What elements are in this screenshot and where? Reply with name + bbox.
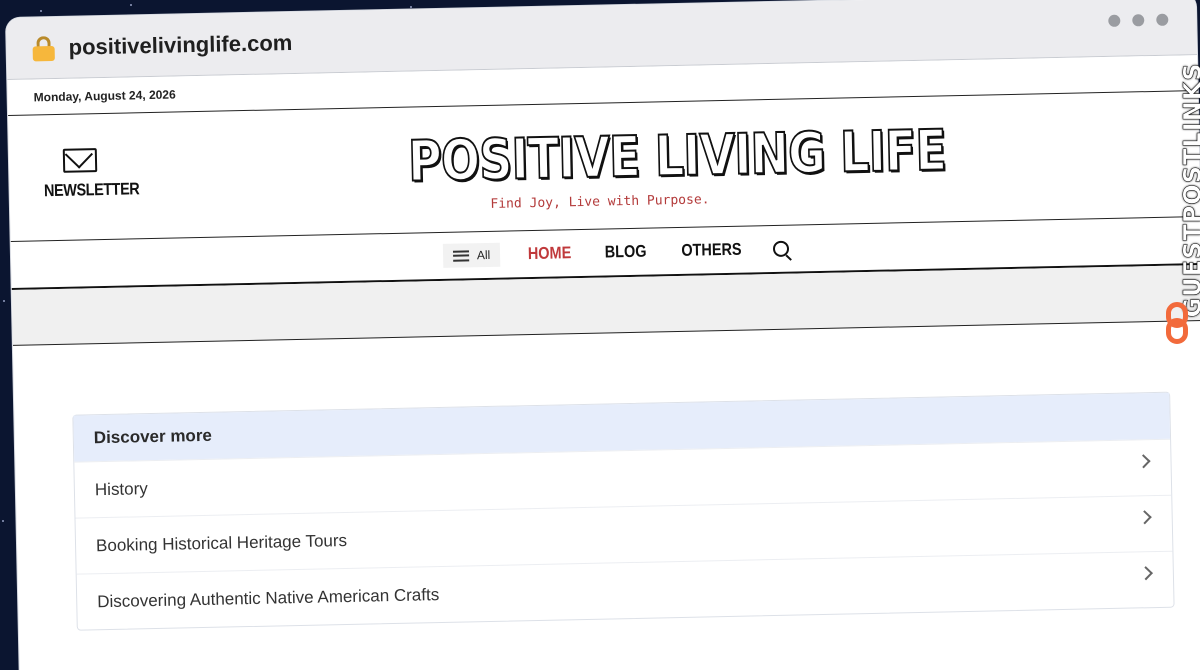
hamburger-icon <box>452 249 470 262</box>
window-dot-icon[interactable] <box>1132 14 1145 27</box>
search-icon[interactable] <box>772 240 790 257</box>
newsletter-label: NEWSLETTER <box>43 179 140 201</box>
site-title: POSITIVE LIVING LIFE <box>407 117 948 195</box>
browser-window: positivelivinglife.com Monday, August 24… <box>6 0 1200 670</box>
all-menu-label: All <box>476 247 491 263</box>
current-date: Monday, August 24, 2026 <box>33 86 176 104</box>
nav-others[interactable]: OTHERS <box>681 240 742 261</box>
newsletter-button[interactable]: NEWSLETTER <box>35 148 140 202</box>
site-header: NEWSLETTER POSITIVE LIVING LIFE Find Joy… <box>8 91 1200 242</box>
discover-item-label: Booking Historical Heritage Tours <box>95 530 348 555</box>
discover-item-label: Discovering Authentic Native American Cr… <box>97 584 440 611</box>
chevron-right-icon <box>1138 565 1153 580</box>
window-dot-icon[interactable] <box>1108 14 1121 27</box>
window-controls <box>1108 13 1169 27</box>
all-menu-button[interactable]: All <box>442 242 501 268</box>
nav-blog[interactable]: BLOG <box>605 242 647 263</box>
watermark-text: GUESTPOSTLINKS <box>1178 62 1200 318</box>
address-bar-url[interactable]: positivelivinglife.com <box>68 30 292 61</box>
window-dot-icon[interactable] <box>1156 13 1169 26</box>
guestpostlinks-watermark: GUESTPOSTLINKS <box>1158 56 1200 356</box>
nav-home[interactable]: HOME <box>528 243 572 264</box>
link-icon <box>1164 302 1190 348</box>
discover-more-panel: Discover more History Booking Historical… <box>72 391 1175 631</box>
web-page: Monday, August 24, 2026 NEWSLETTER POSIT… <box>7 55 1200 346</box>
discover-item-label: History <box>94 478 148 499</box>
lock-icon <box>32 35 55 61</box>
mail-icon <box>62 148 98 173</box>
chevron-right-icon <box>1137 509 1152 524</box>
chevron-right-icon <box>1136 453 1151 468</box>
site-logo[interactable]: POSITIVE LIVING LIFE Find Joy, Live with… <box>348 117 948 214</box>
